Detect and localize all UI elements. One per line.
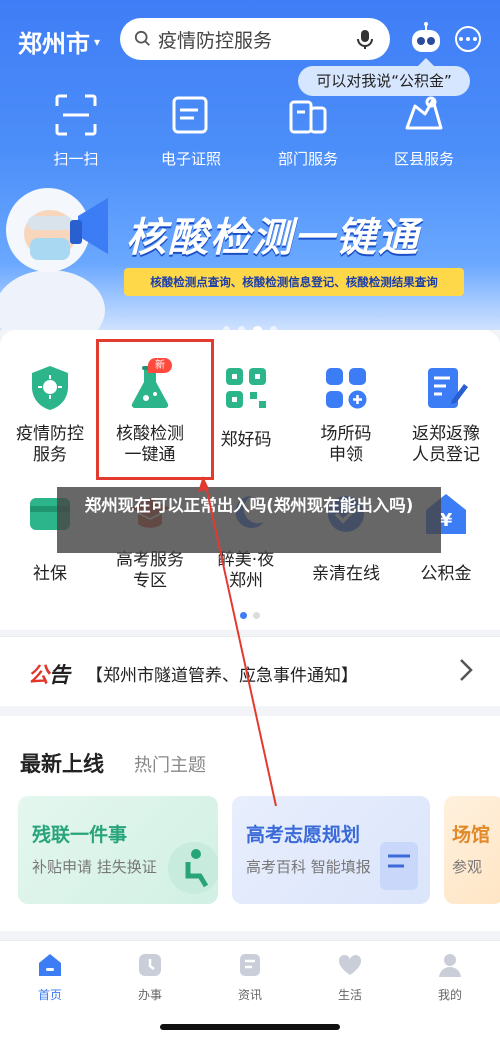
search-placeholder: 疫情防控服务 <box>158 29 273 52</box>
nav-label: 生活 <box>337 988 362 1002</box>
home-indicator <box>160 1024 340 1030</box>
city-selector[interactable]: 郑州市 ▾ <box>18 24 100 59</box>
card-subtitle: 参观 <box>452 858 483 876</box>
heart-icon <box>338 954 362 975</box>
quick-action-department[interactable]: 部门服务 <box>258 92 358 169</box>
quick-action-label: 电子证照 <box>160 150 221 168</box>
disability-icon <box>168 842 218 894</box>
nav-home[interactable]: 首页 <box>0 951 100 1003</box>
more-menu-icon[interactable] <box>455 26 481 52</box>
service-label-text: 场所码 申领 <box>320 424 372 465</box>
nav-news[interactable]: 资讯 <box>200 951 300 1003</box>
card-subtitle: 补贴申请 挂失换证 <box>32 858 157 876</box>
news-icon <box>240 954 260 976</box>
assistant-robot-icon[interactable] <box>408 22 444 58</box>
chevron-right-icon <box>460 659 473 681</box>
quick-action-label: 区县服务 <box>393 150 454 168</box>
latest-card[interactable]: 残联一件事 补贴申请 挂失换证 <box>18 796 218 904</box>
notice-bar[interactable]: 公告 【郑州市隧道管养、应急事件通知】 <box>0 636 500 706</box>
service-label: 疫情防控 服务 <box>0 424 100 466</box>
grid-add-icon <box>326 368 367 409</box>
qr-code-icon <box>226 368 266 408</box>
banner-subtitle: 核酸检测点查询、核酸检测信息登记、核酸检测结果查询 <box>124 268 464 296</box>
service-label-text: 郑好码 <box>220 430 272 450</box>
virus-shield-icon <box>32 366 68 410</box>
caption-overlay: 郑州现在可以正常出入吗(郑州现在能出入吗) <box>57 487 441 553</box>
nav-label: 首页 <box>37 988 62 1002</box>
svg-text:¥: ¥ <box>440 510 453 531</box>
quick-action-id-card[interactable]: 电子证照 <box>141 92 241 169</box>
service-label-text: 社保 <box>33 564 67 584</box>
search-bar[interactable]: 疫情防控服务 <box>120 18 390 60</box>
form-edit-icon <box>428 368 468 408</box>
service-label-text: 返郑返豫 人员登记 <box>412 424 480 465</box>
banner-title[interactable]: 核酸检测一键通 <box>126 205 420 263</box>
service-label-text: 公积金 <box>420 564 472 584</box>
nav-label: 办事 <box>137 988 162 1002</box>
service-venue-code[interactable]: 场所码 申领 <box>296 364 396 466</box>
id-card-icon <box>172 96 208 134</box>
nav-services[interactable]: 办事 <box>100 951 200 1003</box>
department-icon <box>289 100 327 134</box>
service-label: 醉美·夜 郑州 <box>196 550 296 592</box>
city-label: 郑州市 <box>18 30 90 58</box>
services-pagination <box>0 612 500 619</box>
microphone-icon[interactable] <box>354 28 376 50</box>
user-icon <box>439 954 461 977</box>
medical-worker-illustration <box>0 188 108 330</box>
nav-mine[interactable]: 我的 <box>400 951 500 1003</box>
search-icon <box>134 30 150 46</box>
home-icon <box>39 954 61 976</box>
nav-label: 资讯 <box>237 988 262 1002</box>
service-label-text: 亲清在线 <box>312 564 380 584</box>
quick-action-scan[interactable]: 扫一扫 <box>26 92 126 169</box>
hero-header: 郑州市 ▾ 疫情防控服务 可以对我说“公积金” 扫一扫 电子证照 部门服务 区县… <box>0 0 500 330</box>
tab-latest[interactable]: 最新上线 <box>20 748 104 778</box>
service-label-text: 高考服务 专区 <box>116 550 184 591</box>
latest-card[interactable]: 场馆 参观 <box>444 796 500 904</box>
nav-life[interactable]: 生活 <box>300 951 400 1003</box>
district-icon <box>405 96 443 130</box>
latest-section: 最新上线 热门主题 残联一件事 补贴申请 挂失换证 高考志愿规划 高考百科 智能… <box>0 716 500 931</box>
tab-hot-topics[interactable]: 热门主题 <box>134 751 206 777</box>
service-epidemic[interactable]: 疫情防控 服务 <box>0 364 100 466</box>
latest-tabs: 最新上线 热门主题 <box>20 748 206 778</box>
service-label: 社保 <box>0 564 100 585</box>
caret-down-icon: ▾ <box>94 34 101 49</box>
notice-tag-red: 公 <box>28 663 49 687</box>
service-label: 返郑返豫 人员登记 <box>396 424 496 466</box>
notice-tag-black: 告 <box>49 663 70 687</box>
service-label: 高考服务 专区 <box>100 550 200 592</box>
service-label: 亲清在线 <box>296 564 396 585</box>
card-title: 场馆 <box>452 824 491 846</box>
notice-text: 【郑州市隧道管养、应急事件通知】 <box>86 666 358 686</box>
service-label-text: 疫情防控 服务 <box>16 424 84 465</box>
scan-icon <box>55 94 97 136</box>
quick-action-district[interactable]: 区县服务 <box>374 92 474 169</box>
card-title: 高考志愿规划 <box>246 824 361 846</box>
service-return-registration[interactable]: 返郑返豫 人员登记 <box>396 364 496 466</box>
quick-action-label: 部门服务 <box>277 150 338 168</box>
service-label: 场所码 申领 <box>296 424 396 466</box>
card-title: 残联一件事 <box>32 824 128 846</box>
nav-label: 我的 <box>437 988 462 1002</box>
clock-icon <box>139 954 161 976</box>
card-subtitle: 高考百科 智能填报 <box>246 858 371 876</box>
service-label-text: 醉美·夜 郑州 <box>217 550 275 591</box>
document-icon <box>380 842 418 890</box>
highlight-box <box>96 339 214 480</box>
service-label: 公积金 <box>396 564 496 585</box>
notice-tag: 公告 <box>28 659 70 689</box>
top-bar: 郑州市 ▾ 疫情防控服务 <box>0 18 500 62</box>
latest-card[interactable]: 高考志愿规划 高考百科 智能填报 <box>232 796 430 904</box>
